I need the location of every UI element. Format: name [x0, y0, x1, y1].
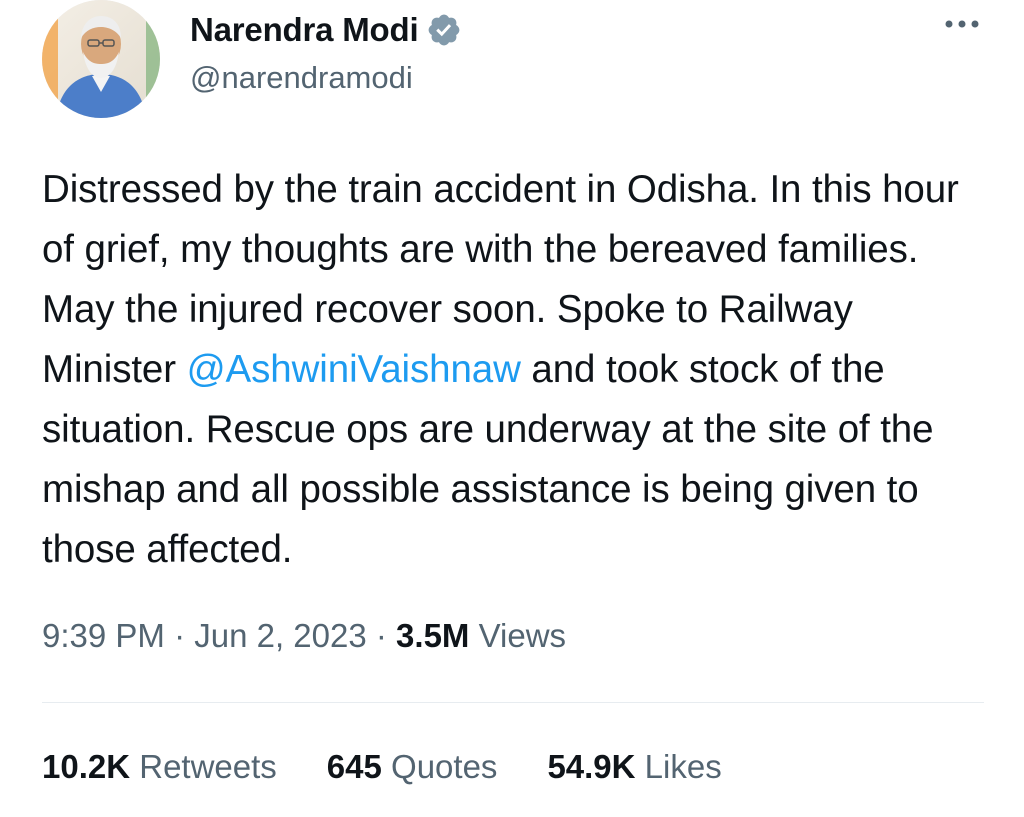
retweets-count: 10.2K: [42, 748, 131, 785]
tweet-meta: 9:39 PM · Jun 2, 2023 · 3.5M Views: [42, 617, 566, 655]
author-display-name[interactable]: Narendra Modi: [190, 11, 419, 49]
likes-count: 54.9K: [547, 748, 636, 785]
quotes-count: 645: [326, 748, 382, 785]
meta-separator: ·: [366, 617, 397, 654]
quotes-label: Quotes: [381, 748, 498, 785]
author-name-row: Narendra Modi: [190, 10, 462, 50]
verified-badge-icon[interactable]: [426, 12, 462, 48]
avatar[interactable]: [42, 0, 160, 118]
mention-link[interactable]: @AshwiniVaishnaw: [187, 348, 521, 391]
quotes-stat[interactable]: 645 Quotes: [327, 748, 498, 786]
tweet-date[interactable]: Jun 2, 2023: [194, 617, 366, 654]
views-label[interactable]: Views: [469, 617, 566, 654]
tweet-card: Narendra Modi @narendramodi Distressed b…: [0, 0, 1024, 817]
meta-separator: ·: [164, 617, 195, 654]
tweet-time[interactable]: 9:39 PM: [42, 617, 165, 654]
engagement-stats: 10.2K Retweets 645 Quotes 54.9K Likes: [42, 748, 772, 786]
author-handle[interactable]: @narendramodi: [190, 60, 413, 96]
likes-label: Likes: [635, 748, 722, 785]
tweet-text: Distressed by the train accident in Odis…: [42, 160, 987, 580]
retweets-label: Retweets: [130, 748, 277, 785]
profile-avatar-image: [42, 0, 160, 118]
divider: [42, 702, 984, 703]
views-count[interactable]: 3.5M: [396, 617, 469, 654]
more-options-icon[interactable]: [942, 12, 982, 36]
likes-stat[interactable]: 54.9K Likes: [547, 748, 721, 786]
retweets-stat[interactable]: 10.2K Retweets: [42, 748, 277, 786]
